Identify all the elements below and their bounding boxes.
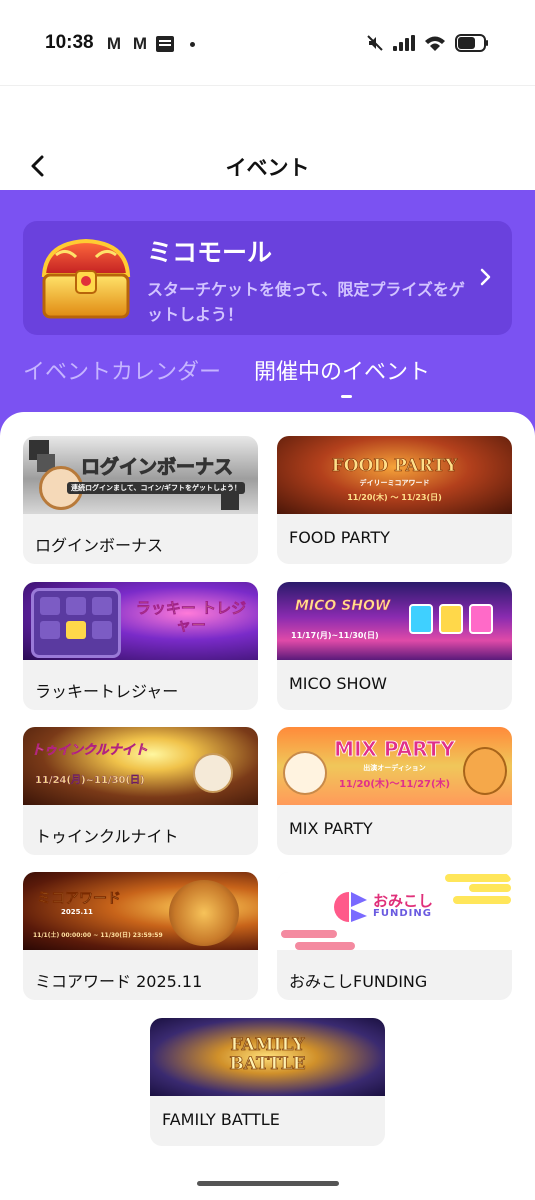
event-label: ログインボーナス [35, 536, 164, 555]
banner-subtitle: デイリーミコアワード [359, 479, 430, 487]
tab-ongoing-events[interactable]: 開催中のイベント [254, 354, 430, 386]
active-tab-indicator [341, 395, 352, 398]
status-right-icons [366, 34, 489, 52]
event-card-omikoshi-funding[interactable]: おみこし FUNDING おみこしFUNDING [277, 872, 512, 1000]
status-bar: 10:38 M M [0, 0, 535, 86]
event-banner: MIX PARTY 出演オーディション 11/20(木)～11/27(木) [277, 727, 512, 805]
event-label: ラッキートレジャー [35, 682, 179, 701]
app-icon [156, 36, 174, 52]
event-label: MICO SHOW [289, 674, 387, 693]
event-label: トゥインクルナイト [35, 827, 179, 846]
event-label: FAMILY BATTLE [162, 1110, 280, 1129]
mico-mall-card[interactable]: ミコモール スターチケットを使って、限定プライズをゲットしよう！ [23, 221, 512, 335]
banner-dates: 11/1(土) 00:00:00 ~ 11/30(日) 23:59:59 [33, 932, 163, 939]
event-label: おみこしFUNDING [289, 972, 428, 991]
banner-title: トゥインクルナイト [31, 743, 148, 759]
purple-header-area: ミコモール スターチケットを使って、限定プライズをゲットしよう！ イベントカレン… [0, 190, 535, 450]
mall-description: スターチケットを使って、限定プライズをゲットしよう！ [147, 280, 465, 324]
banner-subtitle: FUNDING [373, 908, 432, 919]
event-banner: MICO SHOW 11/17(月)~11/30(日) [277, 582, 512, 660]
event-banner: FOOD PARTY デイリーミコアワード 11/20(木) ～ 11/23(日… [277, 436, 512, 514]
event-card-mico-show[interactable]: MICO SHOW 11/17(月)~11/30(日) MICO SHOW [277, 582, 512, 710]
event-banner: ミコアワード 2025.11 11/1(土) 00:00:00 ~ 11/30(… [23, 872, 258, 950]
banner-subtitle: 出演オーディション [363, 764, 426, 772]
event-card-twinkle-night[interactable]: トゥインクルナイト 11/24(月)~11/30(日) トゥインクルナイト [23, 727, 258, 855]
banner-subtitle: 2025.11 [61, 908, 93, 916]
banner-title: MICO SHOW [295, 598, 391, 615]
banner-dates: 11/24(月)~11/30(日) [35, 775, 145, 786]
dot-icon [190, 41, 195, 47]
tab-event-calendar[interactable]: イベントカレンダー [23, 354, 221, 386]
omikoshi-logo-icon [334, 892, 367, 922]
event-banner: ログインボーナス 連続ログインまして、コイン/ギフトをゲットしよう！ [23, 436, 258, 514]
gmail-icon: M [132, 34, 148, 53]
event-card-login-bonus[interactable]: ログインボーナス 連続ログインまして、コイン/ギフトをゲットしよう！ ログインボ… [23, 436, 258, 564]
gmail-icon: M [106, 34, 122, 53]
event-card-lucky-treasure[interactable]: ラッキー トレジャー ラッキートレジャー [23, 582, 258, 710]
banner-title: ラッキー トレジャー [135, 599, 247, 634]
event-card-family-battle[interactable]: FAMILY BATTLE FAMILY BATTLE [150, 1018, 385, 1146]
banner-dates: 11/17(月)~11/30(日) [291, 631, 379, 640]
status-left-icons: M M [104, 34, 195, 54]
character-illustration [193, 753, 233, 793]
banner-title: FOOD PARTY [331, 456, 458, 477]
treasure-chest-icon [41, 238, 131, 319]
chevron-right-icon [480, 268, 491, 286]
event-banner: おみこし FUNDING [277, 872, 512, 950]
banner-title: ミコアワード [37, 891, 122, 908]
mute-icon [367, 35, 383, 51]
event-banner: ラッキー トレジャー [23, 582, 258, 660]
event-banner: トゥインクルナイト 11/24(月)~11/30(日) [23, 727, 258, 805]
event-card-mix-party[interactable]: MIX PARTY 出演オーディション 11/20(木)～11/27(木) MI… [277, 727, 512, 855]
wifi-icon [425, 36, 445, 51]
event-label: FOOD PARTY [289, 528, 390, 547]
banner-dates: 11/20(木)～11/27(木) [338, 779, 451, 790]
signal-icon [393, 35, 415, 51]
banner-title: ログインボーナス [80, 456, 234, 479]
event-card-mico-award[interactable]: ミコアワード 2025.11 11/1(土) 00:00:00 ~ 11/30(… [23, 872, 258, 1000]
banner-title: MIX PARTY [334, 737, 455, 762]
event-tabs: イベントカレンダー 開催中のイベント [23, 354, 535, 404]
event-card-food-party[interactable]: FOOD PARTY デイリーミコアワード 11/20(木) ～ 11/23(日… [277, 436, 512, 564]
status-time: 10:38 [45, 32, 94, 53]
page-title: イベント [225, 156, 310, 180]
lion-illustration [169, 880, 239, 946]
app-header: イベント [0, 140, 535, 192]
event-label: ミコアワード 2025.11 [35, 972, 203, 991]
treasure-grid-illustration [31, 588, 121, 658]
event-banner: FAMILY BATTLE [150, 1018, 385, 1096]
banner-subtitle: 連続ログインまして、コイン/ギフトをゲットしよう！ [67, 482, 245, 494]
banner-title: FAMILY BATTLE [229, 1035, 306, 1074]
event-page: 10:38 M M イベント ミコモール スターチケットを使って、限定プライズを… [0, 0, 535, 1200]
event-label: MIX PARTY [289, 819, 373, 838]
mall-title: ミコモール [147, 238, 273, 267]
home-indicator[interactable] [197, 1181, 339, 1186]
banner-dates: 11/20(木) ～ 11/23(日) [347, 493, 442, 502]
battery-icon [455, 34, 488, 52]
